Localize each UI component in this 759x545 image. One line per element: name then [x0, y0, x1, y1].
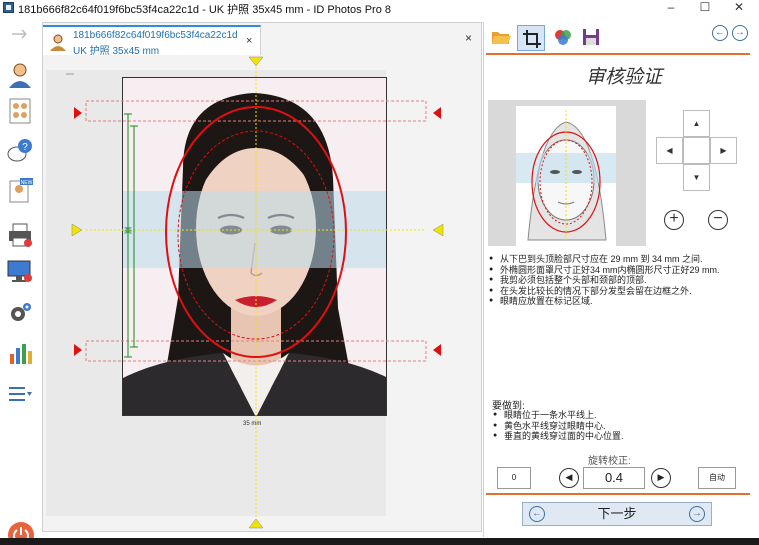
open-folder-icon[interactable] [491, 28, 511, 46]
requirement-item: 从下巴到头顶脸部尺寸应在 29 mm 到 34 mm 之间. [488, 254, 754, 265]
next-step-button[interactable]: ← 下一步 → [522, 502, 712, 526]
svg-text:?: ? [22, 142, 28, 153]
monitor-icon[interactable] [7, 258, 33, 284]
right-top-marker-icon [433, 107, 441, 119]
forward-arrow-icon: → [689, 506, 705, 522]
move-right-button[interactable]: ▶ [710, 137, 737, 164]
crop-icon [523, 30, 541, 48]
requirement-item: 我剪必须包括整个头部和颈部的顶部. [488, 275, 754, 286]
menu-list-icon[interactable] [7, 382, 33, 408]
width-measure-label: 35 mm [243, 421, 262, 427]
settings-gear-icon[interactable] [7, 300, 33, 326]
crop-tool-button[interactable] [517, 25, 545, 51]
user-tab-icon [50, 34, 66, 51]
requirements-list: 从下巴到头顶脸部尺寸应在 29 mm 到 34 mm 之间. 外椭圆形面罩尺寸正… [488, 254, 754, 307]
move-left-button[interactable]: ◀ [656, 137, 683, 164]
left-top-marker-icon [74, 107, 82, 119]
rotate-left-button[interactable]: ◀ [559, 468, 579, 488]
bottom-handle-icon [248, 518, 264, 529]
rotation-label: 旋转校正: [588, 456, 631, 467]
requirement-item: 在头发比较长的情况下部分发型会留在边框之外. [488, 286, 754, 297]
left-eye-handle-icon [71, 223, 83, 237]
close-window-button[interactable]: ✕ [722, 0, 756, 16]
window-title: 181b666f82c64f019f6bc53f4ca22c1d - UK 护照… [18, 4, 391, 16]
help-chat-icon[interactable]: ? [7, 138, 33, 164]
back-arrow-icon: ← [529, 506, 545, 522]
move-up-button[interactable]: ▲ [683, 110, 710, 137]
header-divider [486, 53, 750, 55]
left-toolbar: ? NEW [0, 20, 40, 545]
zoom-in-button[interactable]: + [664, 210, 684, 230]
left-bottom-marker-icon [74, 344, 82, 356]
footer-divider [486, 493, 750, 495]
status-bar [0, 538, 759, 545]
rotation-reset-button[interactable]: 0 [497, 467, 531, 489]
todo-item: 黄色水平线穿过眼睛中心. [492, 421, 752, 432]
document-tab[interactable]: 181b666f82c64f019f6bc53f4ca22c1d UK 护照 3… [43, 25, 261, 57]
minimize-button[interactable]: – [654, 0, 688, 16]
save-disk-icon[interactable] [581, 28, 601, 46]
requirement-item: 眼睛应放置在标记区域. [488, 296, 754, 307]
tab-filename: 181b666f82c64f019f6bc53f4ca22c1d [73, 30, 238, 41]
svg-text:NEW: NEW [21, 180, 33, 186]
panel-close-button[interactable]: × [465, 31, 472, 45]
right-eye-handle-icon [432, 223, 444, 237]
rotate-right-button[interactable]: ▶ [651, 468, 671, 488]
user-photo-icon[interactable] [7, 62, 33, 88]
nav-prev-button[interactable]: ← [712, 25, 728, 41]
face-sketch-image [516, 106, 616, 246]
color-palette-icon[interactable] [553, 28, 573, 46]
sketch-preview [488, 100, 646, 246]
zoom-out-button[interactable]: − [708, 210, 728, 230]
auto-rotate-button[interactable]: 自动 [698, 467, 736, 489]
height-measure-label: 高 [124, 226, 132, 235]
photo-sheet-icon[interactable] [7, 98, 33, 124]
maximize-button[interactable]: ☐ [688, 0, 722, 16]
panel-title: 审核验证 [585, 66, 662, 88]
nav-next-button[interactable]: → [732, 25, 748, 41]
top-handle-icon [248, 56, 264, 67]
verification-panel: ← → 审核验证 ▲ ◀ ▶ ▼ + − ● 从下巴到头顶脸部尺寸应在 29 m… [483, 22, 755, 537]
todo-item: 眼睛位于一条水平线上. [492, 410, 752, 421]
pin-icon[interactable] [10, 28, 30, 40]
printer-icon[interactable] [7, 222, 33, 248]
right-bottom-marker-icon [433, 344, 441, 356]
next-step-label: 下一步 [597, 506, 637, 521]
position-dpad: ▲ ◀ ▶ ▼ [654, 110, 740, 192]
todo-list: 眼睛位于一条水平线上. 黄色水平线穿过眼睛中心. 垂直的黄线穿过面的中心位置. [492, 410, 752, 442]
guide-overlay [66, 56, 444, 529]
new-template-icon[interactable]: NEW [7, 178, 33, 204]
app-logo-icon [3, 2, 14, 13]
app-window: 181b666f82c64f019f6bc53f4ca22c1d - UK 护照… [0, 0, 759, 545]
title-bar: 181b666f82c64f019f6bc53f4ca22c1d - UK 护照… [0, 0, 759, 16]
requirement-item: 外椭圆形面罩尺寸正好34 mm内椭圆形尺寸正好29 mm. [488, 265, 754, 276]
tab-close-button[interactable]: × [246, 35, 252, 47]
todo-item: 垂直的黄线穿过面的中心位置. [492, 431, 752, 442]
dpad-center [683, 137, 710, 164]
rotation-value-field[interactable]: 0.4 [583, 467, 645, 489]
move-down-button[interactable]: ▼ [683, 164, 710, 191]
statistics-chart-icon[interactable] [7, 340, 33, 366]
